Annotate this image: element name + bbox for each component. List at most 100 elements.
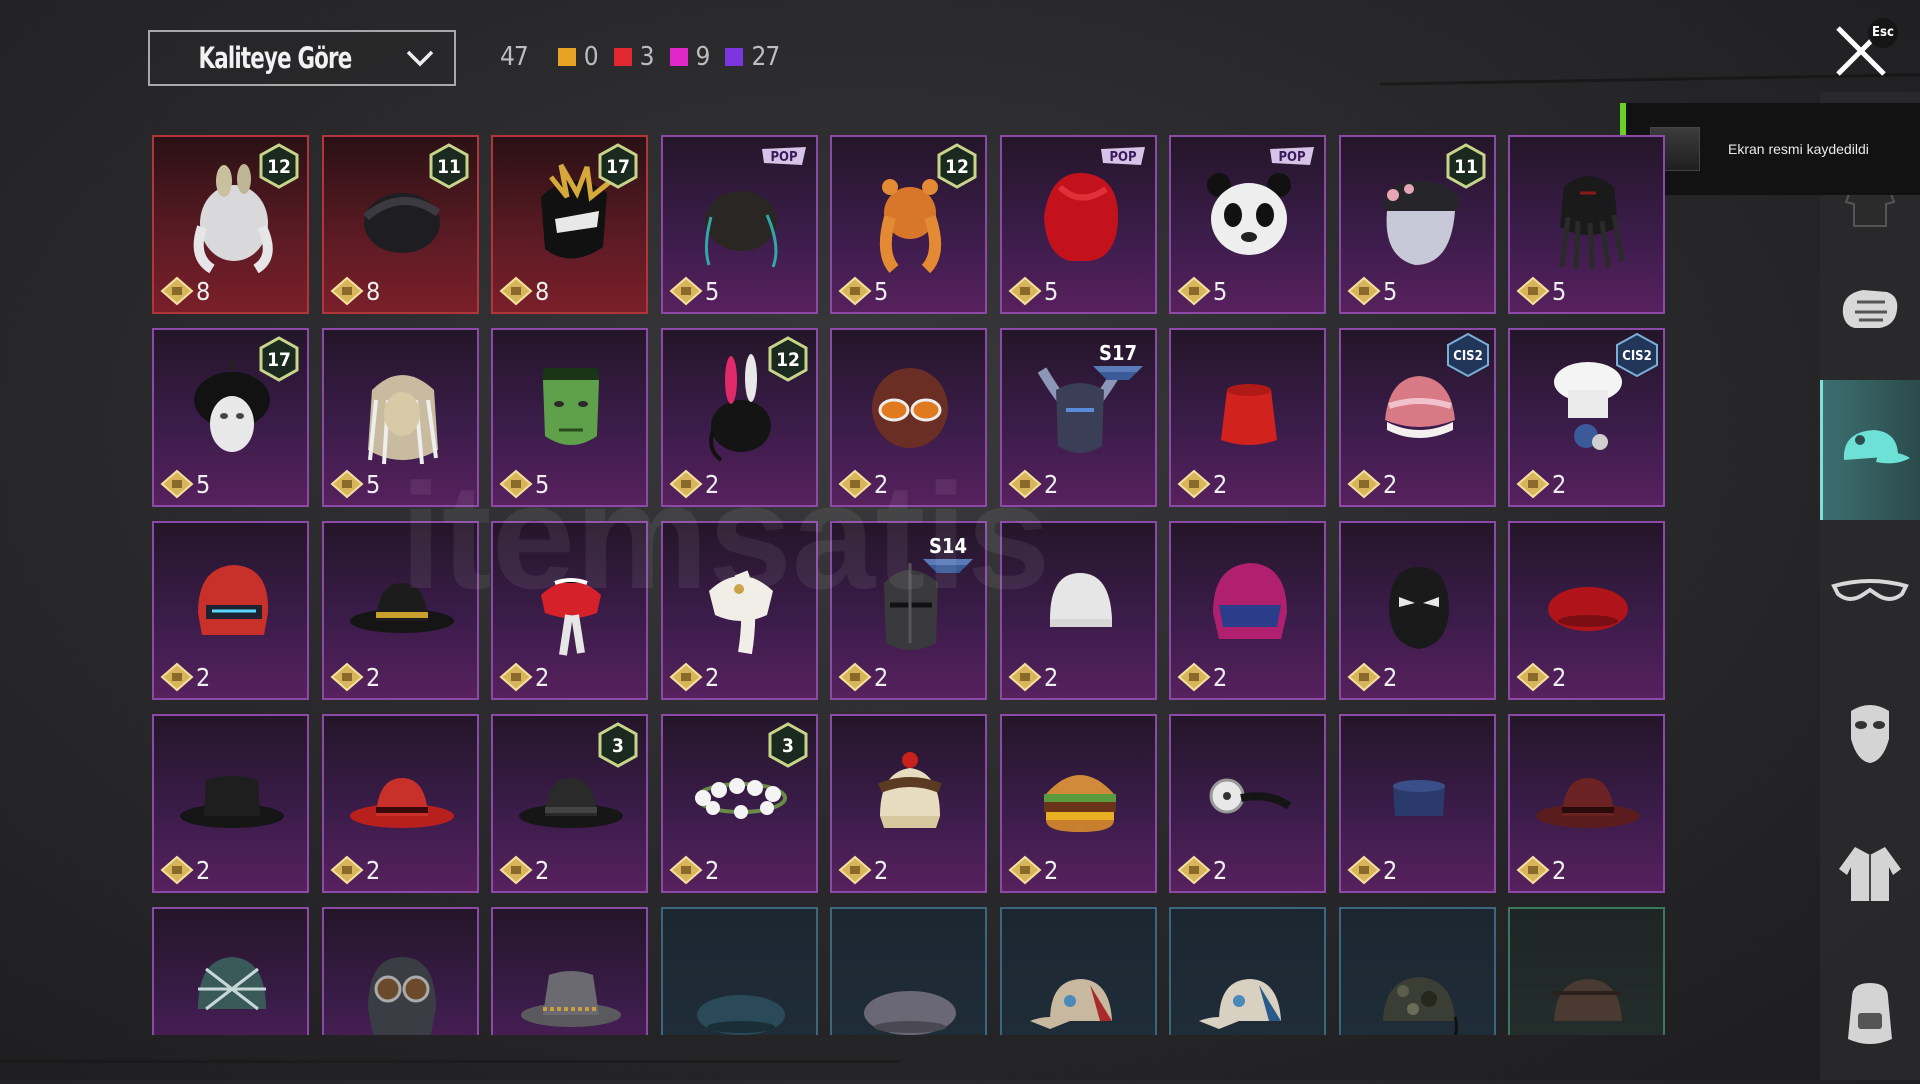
item-slot-red-baseball-cap[interactable]: [1000, 907, 1157, 1035]
item-slot-magenta-helmet[interactable]: 2: [1169, 521, 1326, 700]
item-slot-black-gold-fedora[interactable]: 2: [322, 521, 479, 700]
item-art: [697, 995, 785, 1035]
item-art: [864, 991, 956, 1035]
sort-dropdown-label: Kaliteye Göre: [198, 41, 353, 75]
item-cost-value: 2: [1552, 662, 1566, 692]
item-slot-goggles-hair[interactable]: 2: [830, 328, 987, 507]
item-slot-red-visor-helmet[interactable]: 2: [152, 521, 309, 700]
coin-icon: [1516, 662, 1550, 692]
grunge-scratch: [0, 1060, 900, 1063]
item-cost: 2: [838, 662, 888, 692]
category-jacket[interactable]: [1820, 804, 1920, 944]
item-slot-flower-crown[interactable]: 32: [661, 714, 818, 893]
item-slot-aviator-cap[interactable]: [322, 907, 479, 1035]
item-slot-maroon-fedora[interactable]: 2: [1508, 714, 1665, 893]
item-slot-gold-helmet[interactable]: 17 8: [491, 135, 648, 314]
item-cost-value: 2: [1213, 469, 1227, 499]
quality-count-value: 3: [639, 42, 655, 72]
item-cost: 2: [1516, 855, 1566, 885]
coin-icon: [1347, 662, 1381, 692]
item-cost-value: 5: [1552, 276, 1566, 306]
item-slot-donut-beanie[interactable]: CIS2 2: [1339, 328, 1496, 507]
backpack-icon: [1848, 983, 1892, 1044]
item-cost-value: 5: [705, 276, 719, 306]
item-slot-black-knight-helmet[interactable]: 17 5: [152, 328, 309, 507]
item-cost: 2: [160, 855, 210, 885]
item-art: [1199, 979, 1281, 1029]
item-slot-black-fedora[interactable]: 32: [491, 714, 648, 893]
item-cost-value: 2: [874, 469, 888, 499]
coin-icon: [838, 855, 872, 885]
item-cost-value: 2: [1383, 855, 1397, 885]
item-art: [1030, 979, 1112, 1029]
svg-text:3: 3: [612, 735, 624, 757]
svg-text:12: 12: [776, 349, 800, 371]
item-cost: 2: [1177, 662, 1227, 692]
category-headwear[interactable]: [1820, 380, 1920, 520]
item-slot-sundae-hat[interactable]: 2: [830, 714, 987, 893]
quality-count-orange: 0: [557, 42, 599, 72]
item-slot-lion-mane[interactable]: 5: [322, 328, 479, 507]
item-cost-value: 2: [1213, 662, 1227, 692]
item-slot-red-bandana[interactable]: 2: [491, 521, 648, 700]
item-slot-burger-hat[interactable]: 2: [1000, 714, 1157, 893]
item-slot-orange-pigtails[interactable]: 12 5: [830, 135, 987, 314]
item-cost-value: 5: [1213, 276, 1227, 306]
cis-badge-icon: CIS2: [1616, 332, 1658, 378]
item-slot-black-bowler[interactable]: 2: [152, 714, 309, 893]
sort-dropdown[interactable]: Kaliteye Göre: [148, 30, 456, 86]
svg-text:11: 11: [1454, 156, 1478, 178]
item-cost-value: 5: [535, 469, 549, 499]
item-art: [709, 570, 773, 655]
category-eyewear[interactable]: [1820, 522, 1920, 662]
item-cost: 2: [669, 662, 719, 692]
item-cost-value: 2: [1383, 469, 1397, 499]
item-slot-red-fedora[interactable]: 2: [322, 714, 479, 893]
category-mask[interactable]: [1820, 662, 1920, 802]
item-slot-navy-cap[interactable]: 2: [1339, 714, 1496, 893]
item-art: [198, 957, 266, 1011]
item-slot-grey-beret[interactable]: [830, 907, 987, 1035]
item-slot-frankenstein-mask[interactable]: 5: [491, 328, 648, 507]
item-slot-bucket-hat[interactable]: [491, 907, 648, 1035]
item-slot-black-spiky-hair[interactable]: 11 8: [322, 135, 479, 314]
item-slot-white-beanie[interactable]: 2: [1000, 521, 1157, 700]
coin-icon: [838, 276, 872, 306]
item-slot-black-luchador[interactable]: 2: [1339, 521, 1496, 700]
season-badge-icon: S14: [923, 534, 973, 573]
item-art: [1044, 775, 1116, 832]
item-slot-flower-silver-hair[interactable]: 11 5: [1339, 135, 1496, 314]
item-slot-chef-hat[interactable]: CIS2 2: [1508, 328, 1665, 507]
item-slot-panda-head[interactable]: POP 5: [1169, 135, 1326, 314]
item-slot-blue-beret[interactable]: [661, 907, 818, 1035]
item-slot-knight-helm[interactable]: S14 2: [830, 521, 987, 700]
coin-icon: [160, 855, 194, 885]
item-slot-head-mirror[interactable]: 2: [1169, 714, 1326, 893]
item-cost: 5: [1516, 276, 1566, 306]
quality-count-value: 27: [751, 42, 780, 72]
item-slot-camo-cap[interactable]: [1339, 907, 1496, 1035]
item-slot-dark-hair-teal-ribbon[interactable]: POP 5: [661, 135, 818, 314]
item-art: [1221, 384, 1277, 445]
item-slot-red-beret[interactable]: 2: [1508, 521, 1665, 700]
item-slot-red-fez[interactable]: 2: [1169, 328, 1326, 507]
item-slot-horned-helmet[interactable]: S17 2: [1000, 328, 1157, 507]
svg-text:S14: S14: [929, 534, 967, 558]
item-slot-blue-baseball-cap[interactable]: [1169, 907, 1326, 1035]
category-gloves[interactable]: [1820, 240, 1920, 380]
item-cost-value: 2: [874, 855, 888, 885]
item-slot-dreadlock-mask[interactable]: 5: [1508, 135, 1665, 314]
item-cost: 2: [838, 855, 888, 885]
rank-badge-icon: 12: [937, 143, 977, 189]
item-slot-white-bunny-hair[interactable]: 12 8: [152, 135, 309, 314]
item-slot-brown-cap[interactable]: [1508, 907, 1665, 1035]
coin-icon: [1008, 855, 1042, 885]
coin-icon: [1008, 662, 1042, 692]
item-slot-bunny-helmet[interactable]: 12 2: [661, 328, 818, 507]
item-slot-plaid-helmet[interactable]: [152, 907, 309, 1035]
category-backpack[interactable]: [1820, 944, 1920, 1084]
coin-icon: [669, 276, 703, 306]
item-slot-red-hair[interactable]: POP 5: [1000, 135, 1157, 314]
item-cost-value: 2: [196, 855, 210, 885]
item-slot-white-turban[interactable]: 2: [661, 521, 818, 700]
